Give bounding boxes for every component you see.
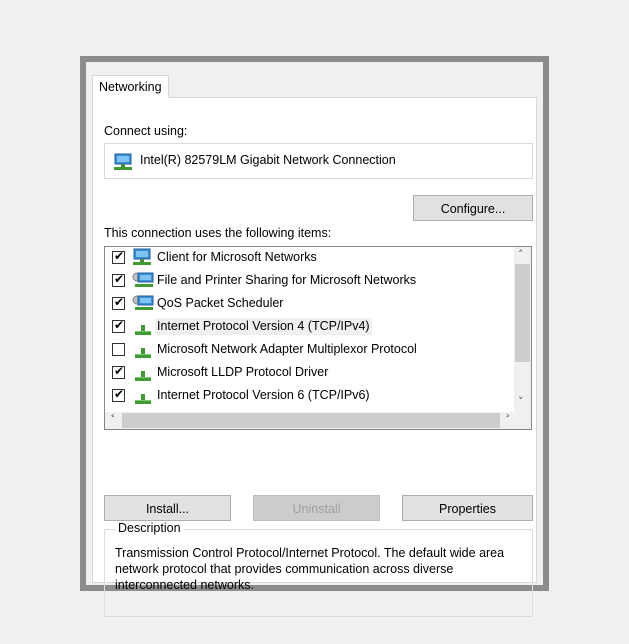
properties-button[interactable]: Properties	[402, 495, 533, 521]
item-label: Client for Microsoft Networks	[157, 250, 317, 264]
item-label: Internet Protocol Version 6 (TCP/IPv6)	[157, 388, 370, 402]
vertical-scroll-thumb[interactable]	[515, 264, 530, 362]
network-protocol-icon	[131, 363, 157, 383]
adapter-field: Intel(R) 82579LM Gigabit Network Connect…	[104, 143, 533, 179]
item-label: QoS Packet Scheduler	[157, 296, 284, 310]
checkmark-icon: ✔	[114, 387, 125, 401]
checkmark-icon: ✔	[114, 295, 125, 309]
item-label: Microsoft Network Adapter Multiplexor Pr…	[157, 342, 417, 356]
network-protocol-icon	[131, 317, 157, 337]
item-label: Internet Protocol Version 4 (TCP/IPv4)	[155, 318, 372, 335]
list-item[interactable]: ✔ Internet Protocol Version 4 (TCP/IPv4)	[105, 316, 505, 338]
properties-dialog: Networking Connect using: Intel(R) 82579…	[80, 56, 549, 617]
item-label: Microsoft LLDP Protocol Driver	[157, 365, 329, 379]
description-group: Description Transmission Control Protoco…	[104, 521, 533, 617]
scroll-left-icon[interactable]: ˂	[110, 413, 116, 426]
network-adapter-icon	[113, 153, 133, 174]
list-item[interactable]: ✔ QoS Packet Scheduler	[105, 293, 505, 315]
description-legend: Description	[115, 521, 184, 535]
connect-using-label: Connect using:	[104, 124, 188, 138]
list-item[interactable]: ✔ File and Printer Sharing for Microsoft …	[105, 270, 505, 292]
items-label: This connection uses the following items…	[104, 226, 332, 240]
uninstall-button[interactable]: Uninstall	[253, 495, 380, 521]
vertical-scrollbar[interactable]: ˄ ˅	[514, 247, 531, 413]
network-service-icon	[131, 271, 157, 291]
install-button[interactable]: Install...	[104, 495, 231, 521]
network-protocol-icon	[131, 386, 157, 406]
checkmark-icon: ✔	[114, 364, 125, 378]
list-item[interactable]: ✔ Client for Microsoft Networks	[105, 247, 505, 269]
network-protocol-icon	[131, 340, 157, 360]
configure-button[interactable]: Configure...	[413, 195, 533, 221]
item-checkbox[interactable]	[112, 343, 125, 356]
networking-panel: Connect using: Intel(R) 82579LM Gigabit …	[92, 97, 537, 617]
scroll-up-icon[interactable]: ˄	[518, 248, 524, 261]
item-checkbox[interactable]: ✔	[112, 272, 125, 287]
adapter-name: Intel(R) 82579LM Gigabit Network Connect…	[140, 153, 396, 167]
list-item[interactable]: ✔ Internet Protocol Version 6 (TCP/IPv6)	[105, 385, 505, 407]
item-checkbox[interactable]: ✔	[112, 249, 125, 264]
item-checkbox[interactable]: ✔	[112, 364, 125, 379]
items-listbox[interactable]: ✔ Internet Protocol Version 6 (TCP/IPv6) ✔…	[104, 246, 532, 430]
checkmark-icon: ✔	[114, 318, 125, 332]
scroll-right-icon[interactable]: ˃	[505, 413, 511, 426]
scroll-down-icon[interactable]: ˅	[518, 395, 524, 408]
list-item[interactable]: Microsoft Network Adapter Multiplexor Pr…	[105, 339, 505, 361]
item-label: File and Printer Sharing for Microsoft N…	[157, 273, 417, 287]
item-checkbox[interactable]: ✔	[112, 318, 125, 333]
network-service-icon	[131, 294, 157, 314]
item-checkbox[interactable]: ✔	[112, 387, 125, 402]
checkmark-icon: ✔	[114, 249, 125, 263]
network-client-icon	[131, 248, 157, 268]
item-checkbox[interactable]: ✔	[112, 295, 125, 310]
tab-networking[interactable]: Networking	[92, 75, 169, 98]
checkmark-icon: ✔	[114, 272, 125, 286]
list-item[interactable]: ✔ Microsoft LLDP Protocol Driver	[105, 362, 505, 384]
horizontal-scrollbar[interactable]: ˂ ˃	[105, 412, 531, 429]
horizontal-scroll-thumb[interactable]	[122, 413, 500, 428]
description-text: Transmission Control Protocol/Internet P…	[115, 546, 505, 592]
